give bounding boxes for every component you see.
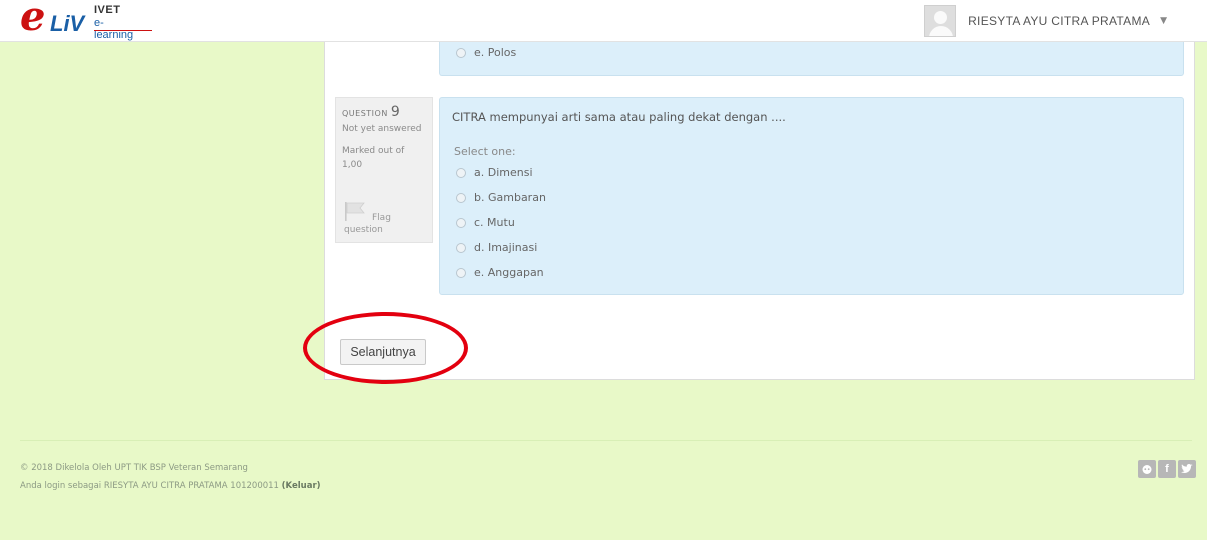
flag-label-question[interactable]: question <box>344 225 383 235</box>
logout-link[interactable]: (Keluar) <box>282 481 321 491</box>
flag-label[interactable]: Flag <box>372 213 391 223</box>
option-row[interactable]: b. Gambaran <box>456 191 546 204</box>
question-number-value: 9 <box>390 104 401 120</box>
footer-login-info: Anda login sebagai RIESYTA AYU CITRA PRA… <box>20 481 321 491</box>
option-label[interactable]: d. Imajinasi <box>474 241 537 254</box>
option-row[interactable]: e. Polos <box>456 46 516 59</box>
option-label[interactable]: c. Mutu <box>474 216 515 229</box>
marked-out-of-label: Marked out of <box>342 146 405 156</box>
question-status: Not yet answered <box>342 124 422 134</box>
option-label[interactable]: e. Polos <box>474 46 516 59</box>
reddit-icon[interactable] <box>1138 460 1156 478</box>
previous-question-card: e. Polos <box>439 42 1184 76</box>
radio-button[interactable] <box>456 167 466 178</box>
flag-icon[interactable] <box>344 201 366 221</box>
user-name[interactable]: RIESYTA AYU CITRA PRATAMA <box>968 14 1150 28</box>
radio-button[interactable] <box>456 267 466 278</box>
logo-liv-text: LiV <box>50 11 85 36</box>
radio-button[interactable] <box>456 242 466 253</box>
radio-button[interactable] <box>456 217 466 228</box>
logo-elearning-text: e-learning <box>94 17 134 41</box>
avatar-body-shape <box>929 26 954 36</box>
question-text: CITRA mempunyai arti sama atau paling de… <box>452 110 786 124</box>
option-row[interactable]: a. Dimensi <box>456 166 533 179</box>
avatar-head-shape <box>934 11 948 24</box>
option-row[interactable]: d. Imajinasi <box>456 241 537 254</box>
twitter-glyph <box>1181 464 1193 473</box>
option-row[interactable]: c. Mutu <box>456 216 515 229</box>
highlight-circle-annotation <box>303 312 468 384</box>
logo-underline <box>94 30 152 31</box>
option-label[interactable]: e. Anggapan <box>474 266 544 279</box>
twitter-icon[interactable] <box>1178 460 1196 478</box>
option-label[interactable]: b. Gambaran <box>474 191 546 204</box>
avatar[interactable] <box>924 5 957 37</box>
select-one-label: Select one: <box>454 145 516 158</box>
footer-divider <box>20 440 1192 441</box>
radio-button[interactable] <box>456 192 466 203</box>
option-row[interactable]: e. Anggapan <box>456 266 544 279</box>
option-label[interactable]: a. Dimensi <box>474 166 533 179</box>
question-number: QUESTION 9 <box>342 104 426 120</box>
reddit-glyph <box>1142 465 1152 474</box>
facebook-icon[interactable]: f <box>1158 460 1176 478</box>
question-label: QUESTION <box>342 109 388 118</box>
footer-copyright: © 2018 Dikelola Oleh UPT TIK BSP Veteran… <box>20 463 248 473</box>
question-info-panel: QUESTION 9 Not yet answered Marked out o… <box>335 97 433 243</box>
question-card: CITRA mempunyai arti sama atau paling de… <box>439 97 1184 295</box>
logo-e-letter: e <box>20 0 46 40</box>
radio-button[interactable] <box>456 47 466 58</box>
chevron-down-icon[interactable]: ▼ <box>1160 16 1167 26</box>
mark-value: 1,00 <box>342 160 363 170</box>
login-info-text: Anda login sebagai RIESYTA AYU CITRA PRA… <box>20 481 279 491</box>
top-navbar: e LiV IVET e-learning RIESYTA AYU CITRA … <box>0 0 1207 42</box>
logo-ivet-text: IVET <box>94 4 121 16</box>
user-menu[interactable]: RIESYTA AYU CITRA PRATAMA ▼ <box>924 5 1167 37</box>
